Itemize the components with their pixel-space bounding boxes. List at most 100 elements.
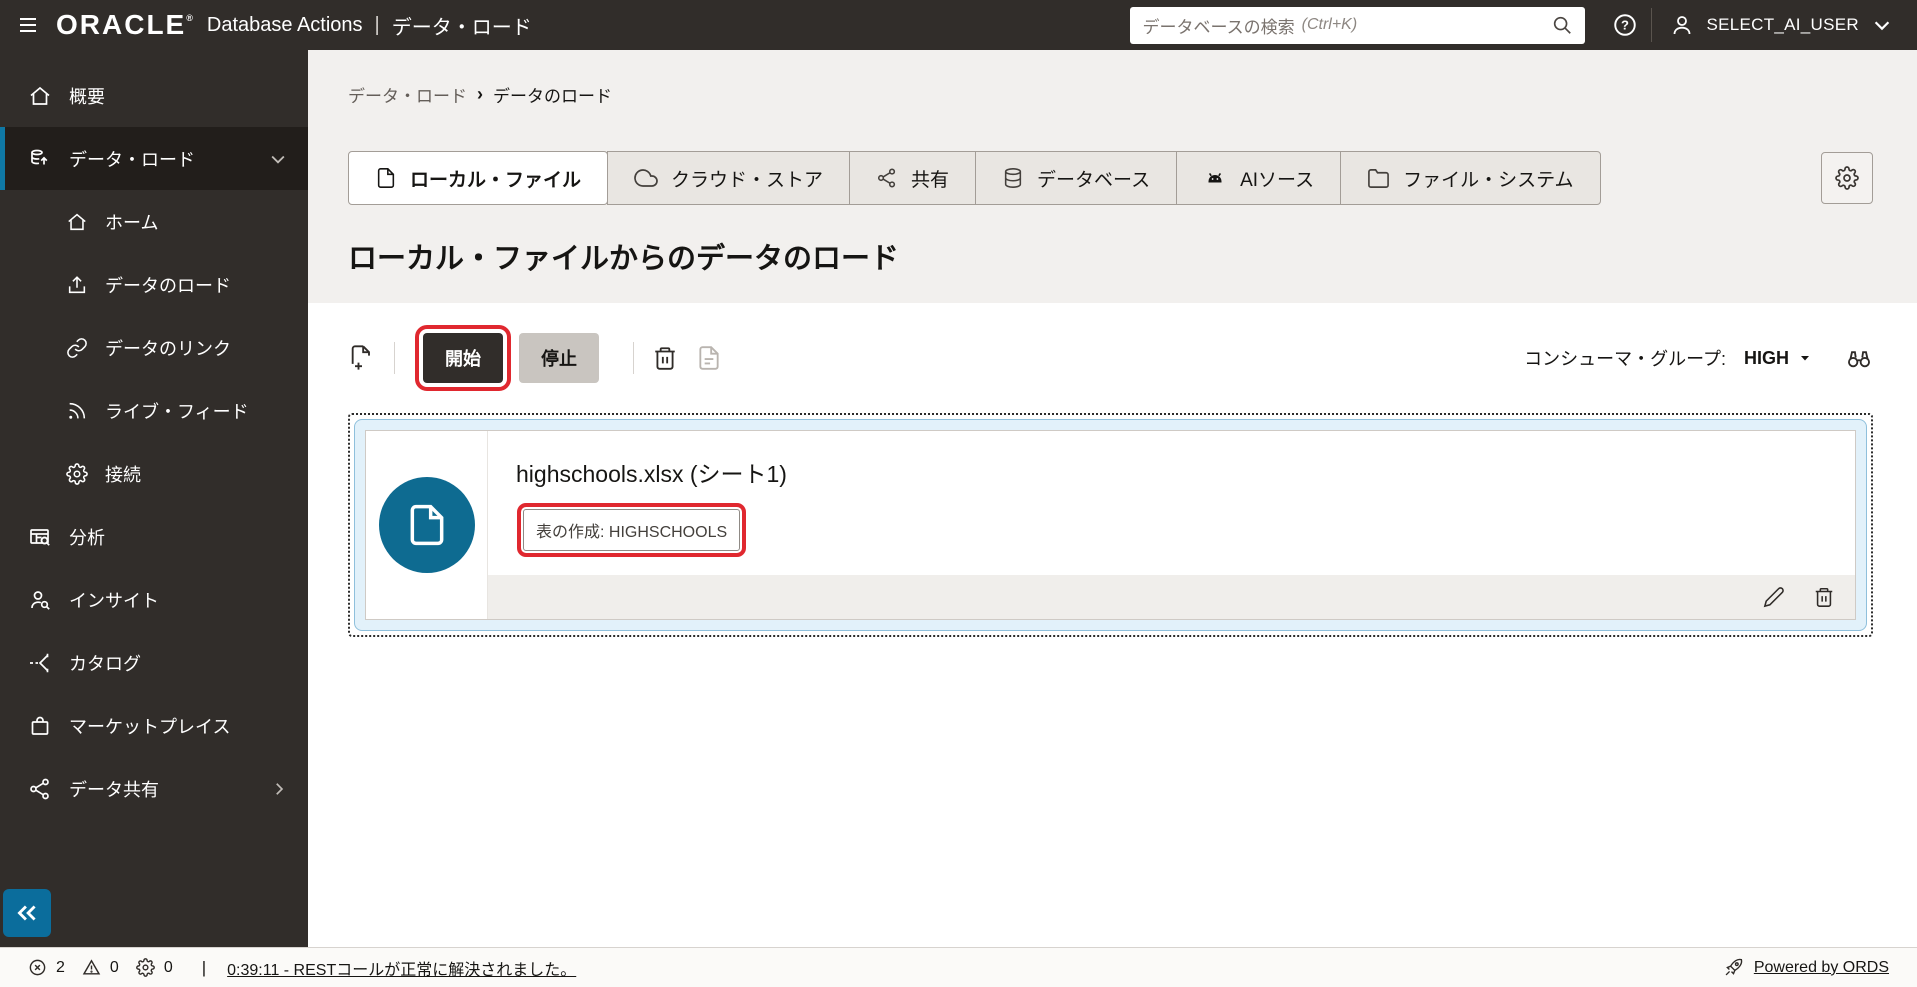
user-icon (1674, 16, 1691, 35)
tab-cloud-store[interactable]: クラウド・ストア (607, 151, 851, 205)
sidebar-item-connections[interactable]: 接続 (0, 442, 308, 505)
warning-triangle-icon (82, 959, 101, 975)
file-type-badge (378, 477, 475, 573)
report-button[interactable] (696, 345, 722, 371)
search-input[interactable]: データベースの検索 (Ctrl+K) (1130, 6, 1586, 44)
warnings-icon[interactable] (82, 958, 101, 977)
file-icon (377, 168, 395, 188)
sidebar-item-link-data[interactable]: データのリンク (0, 316, 308, 379)
warnings-count: 0 (109, 958, 119, 976)
sidebar-item-label: ライブ・フィード (105, 401, 249, 422)
start-button[interactable]: 開始 (415, 325, 511, 391)
delete-button[interactable] (652, 345, 678, 371)
sidebar-item-label: データ共有 (69, 779, 159, 800)
sidebar-item-label: ホーム (105, 212, 159, 233)
sidebar-item-label: マーケットプレイス (69, 716, 231, 737)
main-content: データ・ロード › データのロード ローカル・ファイル クラウド・ストア 共有 … (308, 50, 1917, 947)
trash-icon (655, 347, 675, 370)
sidebar-item-overview[interactable]: 概要 (0, 64, 308, 127)
person-search-icon (31, 590, 50, 610)
file-card-footer (488, 575, 1855, 619)
sidebar-item-label: データのリンク (105, 338, 231, 359)
home-icon (68, 213, 86, 230)
oracle-logo: ORACLE ® (56, 9, 195, 40)
create-table-chip[interactable]: 表の作成: HIGHSCHOOLS (516, 503, 747, 557)
tab-label: クラウド・ストア (671, 169, 824, 191)
sidebar-item-home[interactable]: ホーム (0, 190, 308, 253)
search-placeholder: データベースの検索 (1142, 17, 1295, 37)
title-separator: | (374, 13, 380, 36)
tab-ai-source[interactable]: AIソース (1176, 151, 1342, 205)
search-icon[interactable] (1551, 14, 1573, 36)
username-label: SELECT_AI_USER (1706, 15, 1859, 34)
pencil-icon (1763, 587, 1784, 608)
powered-by-ords-link[interactable]: Powered by ORDS (1754, 959, 1889, 977)
sidebar-item-live-feed[interactable]: ライブ・フィード (0, 379, 308, 442)
circle-x-icon (29, 959, 46, 976)
sidebar-item-load-data[interactable]: データのロード (0, 253, 308, 316)
settings-button[interactable] (1821, 152, 1873, 204)
stop-button[interactable]: 停止 (519, 333, 599, 383)
errors-icon[interactable] (28, 958, 47, 977)
registered-mark: ® (186, 13, 195, 23)
status-divider: | (201, 957, 207, 977)
breadcrumb-parent[interactable]: データ・ロード (348, 82, 467, 107)
tab-label: ローカル・ファイル (410, 169, 582, 191)
caret-down-icon (1801, 356, 1809, 361)
sidebar-item-insights[interactable]: インサイト (0, 568, 308, 631)
hamburger-menu-icon[interactable] (0, 0, 56, 50)
binoculars-icon (1848, 351, 1870, 368)
tab-local-file[interactable]: ローカル・ファイル (348, 151, 609, 205)
consumer-group-select[interactable]: HIGH (1744, 348, 1811, 369)
edit-settings-button[interactable] (1763, 586, 1785, 608)
user-menu[interactable]: SELECT_AI_USER (1652, 0, 1917, 50)
file-card-icon-cell (366, 431, 488, 619)
content-panel: 開始 停止 コンシューマ・グループ: HIGH highschools.xlsx… (308, 303, 1917, 947)
chevron-down-icon (1874, 21, 1890, 31)
sidebar-item-data-share[interactable]: データ共有 (0, 757, 308, 820)
android-icon (1208, 172, 1222, 183)
sidebar-item-label: 概要 (69, 86, 105, 107)
errors-count: 2 (56, 958, 65, 976)
home-icon (30, 86, 50, 105)
share-icon (30, 778, 49, 799)
sidebar-item-label: 分析 (69, 527, 105, 548)
tab-label: データベース (1037, 169, 1151, 191)
toolbar: 開始 停止 コンシューマ・グループ: HIGH (348, 325, 1873, 391)
sidebar-item-catalog[interactable]: カタログ (0, 631, 308, 694)
preview-sql-button[interactable] (1845, 344, 1873, 372)
sidebar-collapse-button[interactable] (3, 889, 51, 937)
sidebar-nav: 概要 データ・ロード ホーム データのロード データのリンク ライブ・フィード … (0, 50, 308, 947)
sidebar-item-data-load[interactable]: データ・ロード (0, 127, 308, 190)
jobs-icon[interactable] (135, 958, 155, 977)
status-right: Powered by ORDS (1723, 957, 1889, 978)
trash-icon (1815, 587, 1833, 607)
status-message-link[interactable]: 0:39:11 - RESTコールが正常に解決されました。 (227, 956, 576, 980)
share-icon (878, 168, 896, 188)
gear-icon (1835, 166, 1859, 190)
add-file-button[interactable] (348, 344, 376, 372)
breadcrumb-current: データのロード (493, 87, 612, 106)
breadcrumb-separator: › (477, 84, 483, 104)
sidebar-item-analytics[interactable]: 分析 (0, 505, 308, 568)
tab-share[interactable]: 共有 (849, 151, 977, 205)
tab-label: 共有 (911, 169, 950, 191)
page-title: ローカル・ファイルからのデータのロード (348, 243, 900, 275)
file-card[interactable]: highschools.xlsx (シート1) 表の作成: HIGHSCHOOL… (365, 430, 1856, 620)
file-icon (410, 504, 443, 546)
body-row: 概要 データ・ロード ホーム データのロード データのリンク ライブ・フィード … (0, 50, 1917, 947)
sidebar-item-label: 接続 (105, 464, 141, 485)
selected-file-region[interactable]: highschools.xlsx (シート1) 表の作成: HIGHSCHOOL… (348, 413, 1873, 637)
source-tabs: ローカル・ファイル クラウド・ストア 共有 データベース AIソース ファイル・… (348, 151, 1601, 205)
remove-file-button[interactable] (1813, 586, 1835, 608)
sidebar-item-marketplace[interactable]: マーケットプレイス (0, 694, 308, 757)
tab-database[interactable]: データベース (975, 151, 1178, 205)
sidebar-item-label: カタログ (69, 653, 141, 674)
svg-text:?: ? (1621, 18, 1629, 33)
catalog-icon (30, 653, 49, 672)
gear-icon (66, 462, 88, 485)
help-icon[interactable]: ? (1599, 0, 1651, 50)
tab-file-system[interactable]: ファイル・システム (1340, 151, 1601, 205)
toolbar-divider (633, 342, 634, 374)
feed-icon (69, 402, 86, 419)
